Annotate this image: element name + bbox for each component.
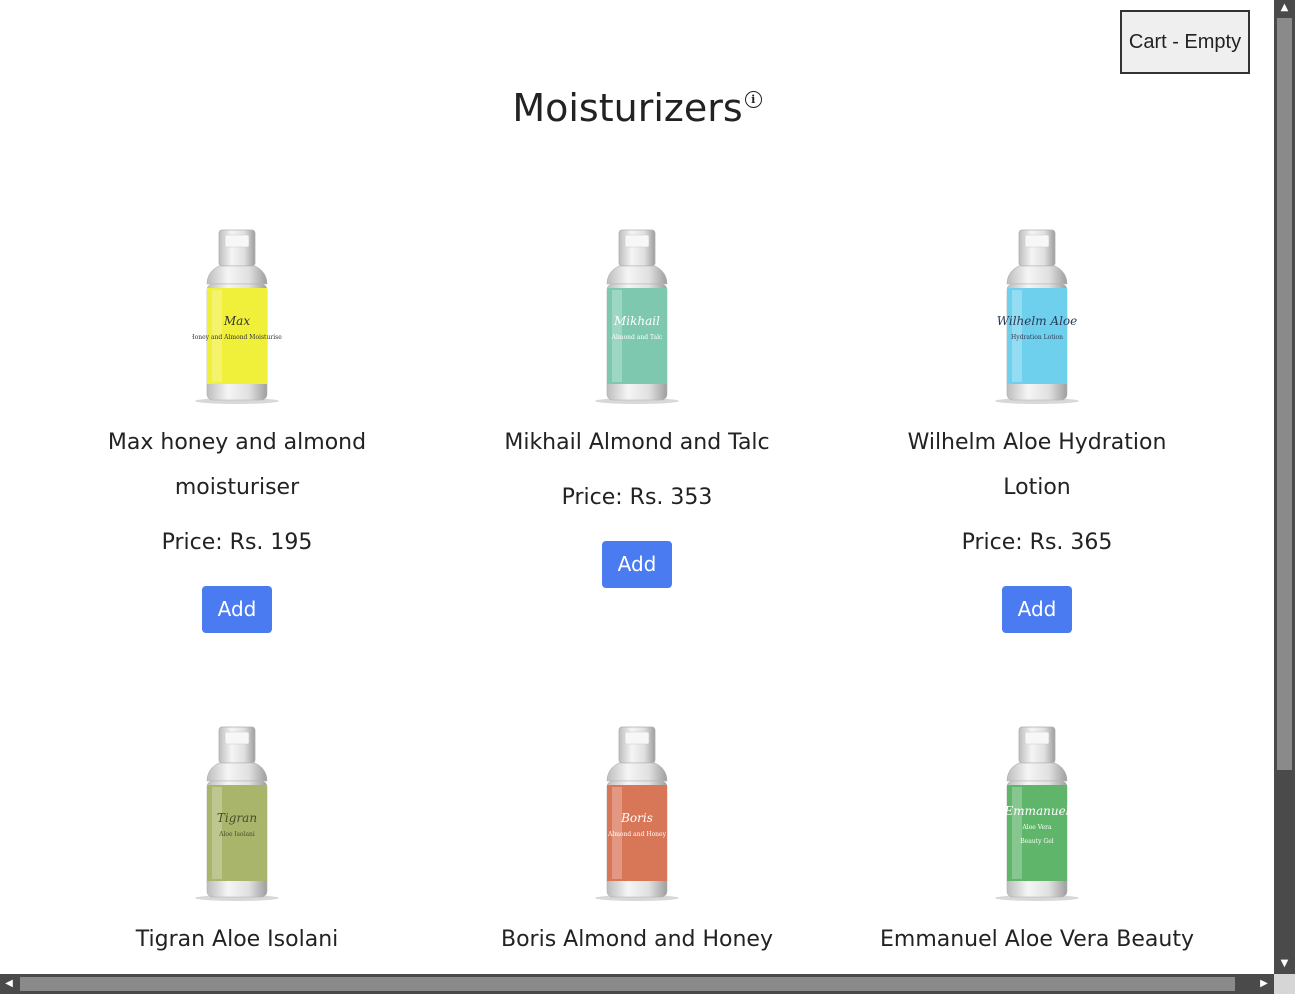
bottle-label-text: Almond and Talc xyxy=(611,334,663,341)
scroll-down-arrow-icon[interactable]: ▼ xyxy=(1274,956,1295,972)
horizontal-scrollbar[interactable]: ◀ ▶ xyxy=(0,974,1274,994)
product-image: Boris Almond and Honey xyxy=(595,726,679,901)
vertical-scrollbar[interactable]: ▲ ▼ xyxy=(1274,0,1295,974)
product-name: Max honey and almond moisturiser xyxy=(107,430,367,500)
bottle-label-text: Beauty Gel xyxy=(1020,838,1053,845)
product-name: Boris Almond and Honey xyxy=(500,927,773,952)
bottle-label-text: Aloe Vera xyxy=(1021,824,1052,831)
bottle-label-text: Aloe Isolani xyxy=(218,831,255,838)
product-name: Mikhail Almond and Talc xyxy=(504,430,770,455)
product-name: Emmanuel Aloe Vera Beauty Gel xyxy=(879,927,1194,974)
product-price: Price: Rs. 365 xyxy=(961,530,1113,555)
product-card: Mikhail Almond and Talc Mikhail Almond an… xyxy=(437,228,837,588)
product-image: Emmanuel Aloe Vera Beauty Gel xyxy=(995,726,1079,901)
product-card: Max Honey and Almond Moisturiser Max hone… xyxy=(37,228,437,633)
product-card: Wilhelm Aloe Hydration Lotion Wilhelm Alo… xyxy=(837,228,1237,633)
info-icon[interactable]: i xyxy=(744,91,762,109)
product-image: Wilhelm Aloe Hydration Lotion xyxy=(995,229,1079,404)
bottle-label-text: Almond and Honey xyxy=(607,831,667,838)
cart-button[interactable]: Cart - Empty xyxy=(1120,10,1250,74)
add-button[interactable]: Add xyxy=(602,541,672,588)
page-title-text: Moisturizers xyxy=(512,86,743,130)
bottle-label-text: Mikhail xyxy=(613,314,660,328)
product-price: Price: Rs. 353 xyxy=(561,485,713,510)
add-button[interactable]: Add xyxy=(202,586,272,633)
add-button[interactable]: Add xyxy=(1002,586,1072,633)
bottle-label-text: Max xyxy=(223,314,250,328)
product-name: Tigran Aloe Isolani xyxy=(135,927,339,952)
bottle-label-text: Emmanuel xyxy=(1003,804,1069,818)
vertical-scroll-thumb[interactable] xyxy=(1277,18,1292,770)
product-image: Tigran Aloe Isolani xyxy=(195,726,279,901)
product-card: Tigran Aloe Isolani Tigran Aloe Isolani xyxy=(37,725,437,962)
bottle-label-text: Wilhelm Aloe xyxy=(997,314,1078,328)
bottle-label-text: Honey and Almond Moisturiser xyxy=(192,334,282,341)
scroll-right-arrow-icon[interactable]: ▶ xyxy=(1255,974,1273,994)
product-card: Emmanuel Aloe Vera Beauty Gel Emmanuel Alo… xyxy=(837,725,1237,974)
page-viewport: Cart - Empty Moisturizers i Max Honey and … xyxy=(0,0,1274,974)
product-card: Boris Almond and Honey Boris Almond and H… xyxy=(437,725,837,962)
scrollbar-corner xyxy=(1274,974,1295,994)
scroll-left-arrow-icon[interactable]: ◀ xyxy=(0,974,18,994)
product-image: Max Honey and Almond Moisturiser xyxy=(192,229,282,404)
page-title: Moisturizers i xyxy=(0,86,1274,130)
bottle-label-text: Boris xyxy=(620,811,653,825)
product-price: Price: Rs. 195 xyxy=(161,530,313,555)
horizontal-scroll-thumb[interactable] xyxy=(20,977,1235,991)
bottle-label-text: Hydration Lotion xyxy=(1011,334,1063,341)
product-name: Wilhelm Aloe Hydration Lotion xyxy=(907,430,1167,500)
scroll-up-arrow-icon[interactable]: ▲ xyxy=(1274,0,1295,16)
bottle-label-text: Tigran xyxy=(217,811,257,825)
product-image: Mikhail Almond and Talc xyxy=(595,229,679,404)
